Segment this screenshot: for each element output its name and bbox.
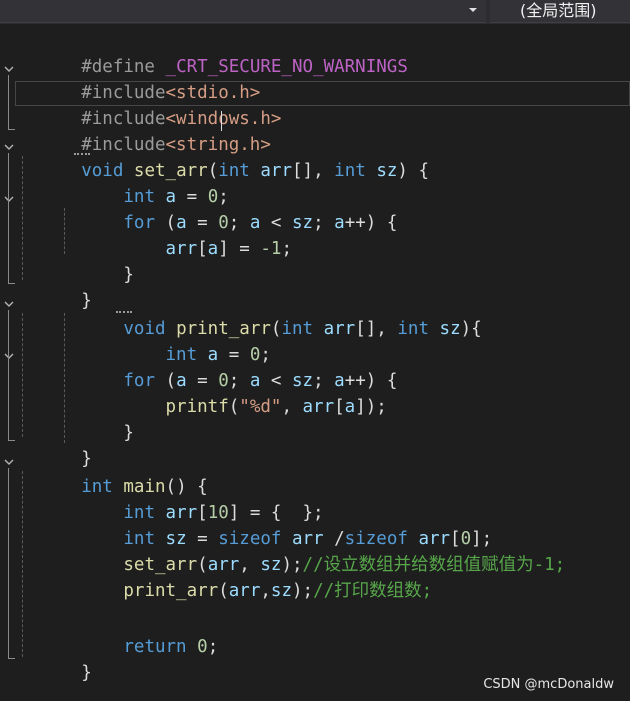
scope-label: (全局范围) [520,1,597,20]
include-block-guide [8,75,9,129]
code-line-19: int sz = sizeof arr /sizeof arr[0]; [123,529,493,549]
code-line-8: arr[a] = -1; [165,239,292,259]
code-line-21: print_arr(arr,sz);//打印数组数; [123,581,433,601]
code-line-15: } [123,423,134,443]
code-line-14: printf("%d", arr[a]); [165,397,387,417]
member-dropdown[interactable] [0,0,486,23]
print-arr-block-guide-end [8,440,15,441]
code-line-13: for (a = 0; a < sz; a++) { [123,371,398,391]
text-cursor [221,111,222,131]
code-line-12: int a = 0; [165,345,271,365]
code-line-10: } [81,291,92,311]
watermark: CSDN @mcDonaldw [483,677,614,692]
code-line-3: #include<windows.h> [81,109,282,129]
scope-dropdown[interactable]: (全局范围) [490,0,630,23]
fold-chevron-icon[interactable] [3,141,15,153]
fold-chevron-icon[interactable] [3,193,15,205]
code-line-24: } [81,663,92,683]
code-line-9: } [123,265,134,285]
main-block-guide-end [8,658,15,659]
code-line-23: return 0; [123,637,219,657]
chevron-down-icon[interactable] [466,3,480,17]
include-block-guide-end [8,129,15,130]
print-arr-block-guide [8,310,9,440]
set-arr-block-guide [8,153,9,283]
fold-chevron-icon[interactable] [3,63,15,75]
code-line-18: int arr[10] = { }; [123,503,324,523]
code-line-1: #define _CRT_SECURE_NO_WARNINGS [81,57,408,77]
code-line-7: for (a = 0; a < sz; a++) { [123,213,398,233]
fold-chevron-icon[interactable] [3,298,15,310]
code-line-6: int a = 0; [123,187,229,207]
code-editor-window: (全局范围) #define _CRT_SECURE_NO_WARNINGS #… [0,0,630,701]
code-line-16: } [81,449,92,469]
code-line-20: set_arr(arr, sz);//设立数组并给数组值赋值为-1; [123,555,566,575]
navigation-bar: (全局范围) [0,0,630,24]
code-line-4: #include<string.h> [81,135,271,155]
set-arr-block-guide-end [8,283,15,284]
intellisense-squiggle [116,311,132,313]
code-line-17: int main() { [81,477,208,497]
fold-chevron-icon[interactable] [3,350,15,362]
code-line-11: void print_arr(int arr[], int sz){ [123,319,482,339]
code-area[interactable]: #define _CRT_SECURE_NO_WARNINGS #include… [0,28,630,683]
main-block-guide [8,468,9,658]
intellisense-squiggle [74,153,90,155]
fold-chevron-icon[interactable] [3,456,15,468]
code-line-2: #include<stdio.h> [81,83,261,103]
